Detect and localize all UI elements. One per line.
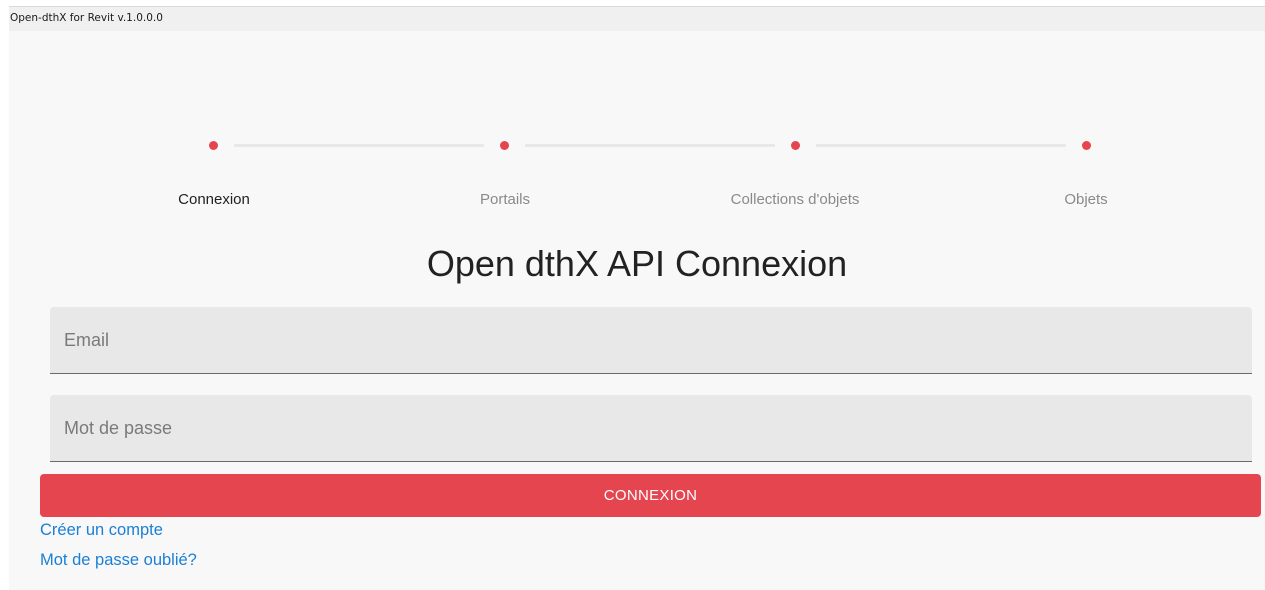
step-connector [816,144,1066,147]
connexion-button[interactable]: CONNEXION [40,474,1261,517]
step-dot-portails[interactable] [500,141,509,150]
step-label-portails[interactable]: Portails [480,191,530,208]
step-label-collections[interactable]: Collections d'objets [731,191,860,208]
title-bar[interactable]: Open-dthX for Revit v.1.0.0.0 [9,7,1265,31]
forgot-password-link[interactable]: Mot de passe oublié? [40,551,197,570]
password-field[interactable] [50,395,1252,462]
step-connector [525,144,775,147]
step-connector [234,144,484,147]
app-window: Open-dthX for Revit v.1.0.0.0 Connexion … [9,6,1265,590]
window-title: Open-dthX for Revit v.1.0.0.0 [10,12,163,24]
progress-stepper: Connexion Portails Collections d'objets … [9,31,1265,231]
step-label-connexion[interactable]: Connexion [178,191,250,208]
email-field[interactable] [50,307,1252,374]
step-dot-connexion[interactable] [209,141,218,150]
step-dot-collections[interactable] [791,141,800,150]
create-account-link[interactable]: Créer un compte [40,521,163,540]
page-title: Open dthX API Connexion [426,243,848,284]
email-input[interactable] [50,307,1252,373]
password-input[interactable] [50,395,1252,461]
main-content: Connexion Portails Collections d'objets … [9,31,1265,590]
step-dot-objets[interactable] [1082,141,1091,150]
step-label-objets[interactable]: Objets [1064,191,1107,208]
